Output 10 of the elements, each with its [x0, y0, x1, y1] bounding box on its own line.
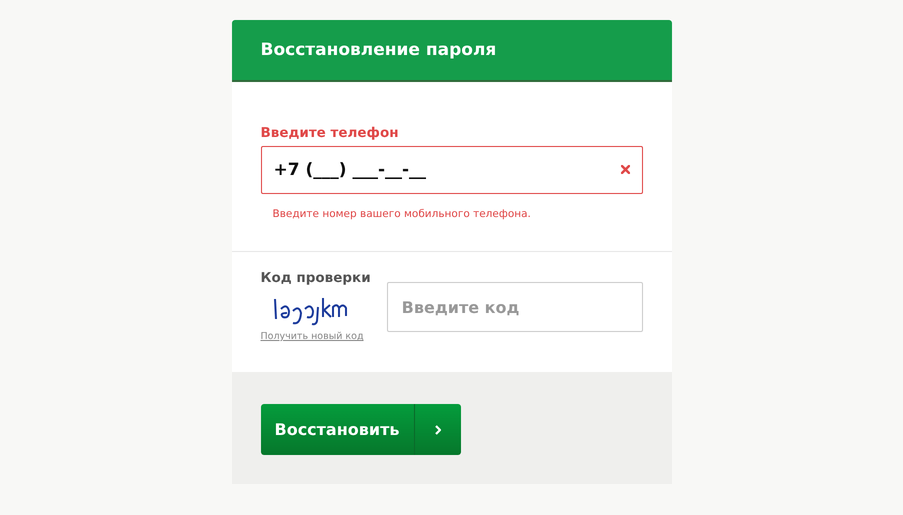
error-message: Введите номер вашего мобильного телефона. [272, 208, 531, 220]
restore-button[interactable]: Восстановить [260, 404, 460, 455]
phone-field[interactable]: +7 (___) ___-__-__ [260, 146, 642, 194]
clear-icon[interactable] [620, 165, 630, 174]
captcha-label: Код проверки [260, 270, 371, 286]
chevron-right-icon [434, 424, 440, 434]
code-input-field[interactable]: Введите код [386, 282, 642, 332]
dialog-title: Восстановление пароля [260, 40, 496, 60]
new-code-link[interactable]: Получить новый код [260, 331, 371, 342]
phone-label: Введите телефон [260, 125, 399, 141]
